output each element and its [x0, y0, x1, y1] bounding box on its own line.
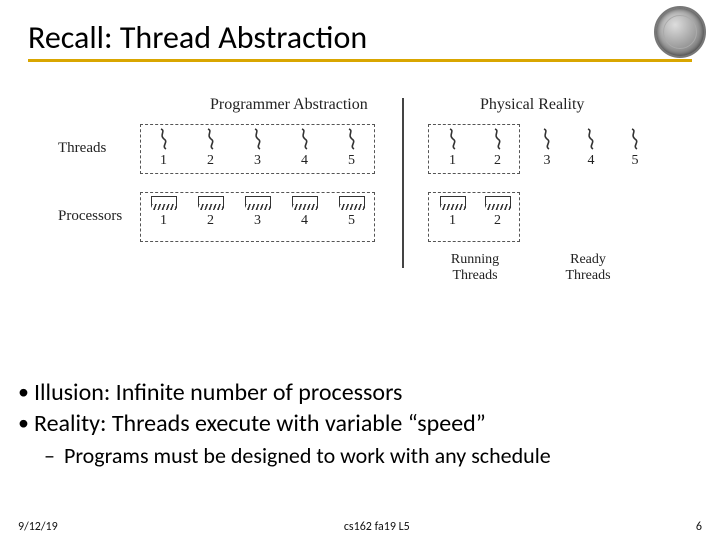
university-seal-icon	[654, 6, 706, 58]
diagram-left-header: Programmer Abstraction	[210, 96, 368, 114]
thread-icon	[345, 128, 359, 150]
row-label-processors: Processors	[58, 208, 122, 225]
thread-icon	[298, 128, 312, 150]
thread-num: 4	[569, 153, 613, 169]
proc-num: 3	[234, 213, 281, 229]
proc-num: 1	[430, 213, 475, 229]
processor-icon	[292, 196, 318, 210]
left-procs-row: 1 2 3 4 5	[140, 196, 375, 229]
bullet-reality: Reality: Threads execute with variable “…	[34, 409, 486, 438]
row-label-threads: Threads	[58, 140, 106, 157]
thread-num: 1	[430, 153, 475, 169]
proc-num: 4	[281, 213, 328, 229]
thread-num: 3	[234, 153, 281, 169]
diagram-divider	[402, 98, 404, 268]
thread-icon	[628, 128, 642, 150]
thread-num: 1	[140, 153, 187, 169]
thread-icon	[446, 128, 460, 150]
thread-icon	[491, 128, 505, 150]
thread-num: 4	[281, 153, 328, 169]
slide-title: Recall: Thread Abstraction	[28, 18, 692, 62]
slide-footer: 9/12/19 cs162 fa19 L5 6	[0, 520, 720, 534]
thread-icon	[540, 128, 554, 150]
processor-icon	[151, 196, 177, 210]
processor-icon	[339, 196, 365, 210]
right-running-threads-row: 1 2	[430, 128, 520, 169]
thread-icon	[584, 128, 598, 150]
thread-num: 5	[613, 153, 657, 169]
running-threads-label: Running Threads	[435, 252, 515, 284]
bullet-illusion: Illusion: Infinite number of processors	[34, 378, 402, 407]
right-ready-threads-row: 3 4 5	[525, 128, 657, 169]
bullet-sub-schedule: Programs must be designed to work with a…	[64, 442, 551, 469]
right-procs-row: 1 2	[430, 196, 520, 229]
thread-icon	[251, 128, 265, 150]
thread-num: 2	[475, 153, 520, 169]
ready-threads-label: Ready Threads	[548, 252, 628, 284]
processor-icon	[245, 196, 271, 210]
footer-page: 6	[696, 520, 702, 534]
thread-icon	[157, 128, 171, 150]
footer-date: 9/12/19	[18, 520, 58, 534]
footer-course: cs162 fa19 L5	[344, 520, 410, 534]
diagram-right-header: Physical Reality	[480, 96, 584, 114]
proc-num: 5	[328, 213, 375, 229]
processor-icon	[198, 196, 224, 210]
processor-icon	[485, 196, 511, 210]
proc-num: 1	[140, 213, 187, 229]
thread-num: 2	[187, 153, 234, 169]
processor-icon	[440, 196, 466, 210]
thread-num: 5	[328, 153, 375, 169]
left-threads-row: 1 2 3 4 5	[140, 128, 375, 169]
proc-num: 2	[187, 213, 234, 229]
bullet-list: Illusion: Infinite number of processors …	[20, 378, 700, 469]
proc-num: 2	[475, 213, 520, 229]
thread-num: 3	[525, 153, 569, 169]
thread-icon	[204, 128, 218, 150]
thread-abstraction-diagram: Programmer Abstraction Physical Reality …	[80, 96, 640, 306]
